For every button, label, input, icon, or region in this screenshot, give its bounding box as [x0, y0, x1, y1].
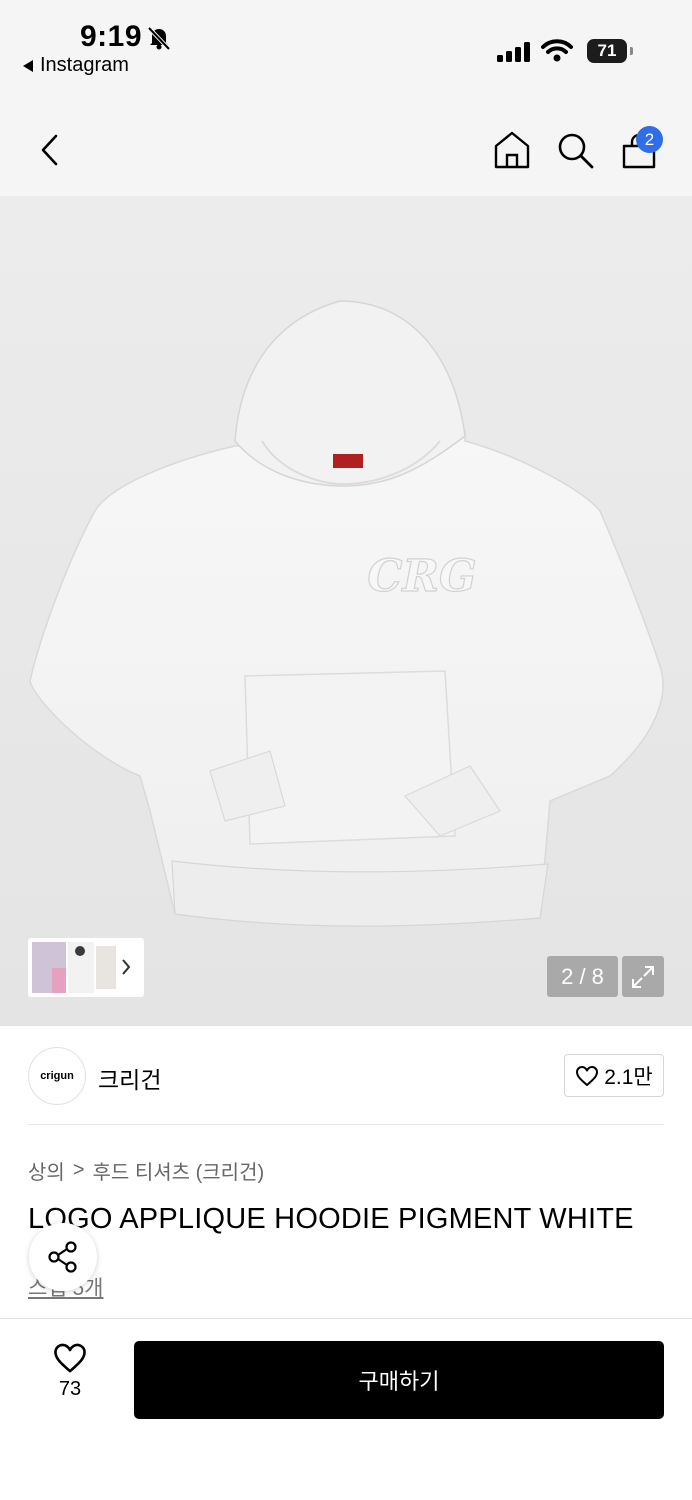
section-divider	[28, 1124, 664, 1125]
search-icon[interactable]	[557, 132, 595, 170]
wifi-icon	[541, 39, 573, 62]
thumbnail-3	[96, 946, 116, 989]
brand-name-link[interactable]: 크리건	[98, 1061, 161, 1095]
status-time: 9:19	[80, 20, 143, 53]
wishlist-button[interactable]: 73	[44, 1342, 96, 1414]
brand-like-count: 2.1만	[604, 1065, 653, 1089]
breadcrumb-separator: >	[72, 1159, 85, 1181]
hoodie-image: CRG	[29, 300, 664, 927]
signal-icon	[497, 42, 530, 62]
home-icon[interactable]	[493, 130, 531, 170]
back-chevron-icon[interactable]	[38, 133, 62, 167]
battery-icon: 71	[587, 39, 627, 63]
breadcrumb: 상의 > 후드 티셔츠 (크리건)	[28, 1156, 264, 1185]
expand-icon	[632, 965, 654, 988]
buy-button[interactable]: 구매하기	[134, 1341, 664, 1419]
bottom-bar-divider	[0, 1318, 692, 1319]
brand-like-button[interactable]: 2.1만	[564, 1054, 664, 1097]
product-title: LOGO APPLIQUE HOODIE PIGMENT WHITE	[28, 1203, 634, 1235]
chevron-right-icon	[122, 959, 131, 975]
breadcrumb-subcategory[interactable]: 후드 티셔츠 (크리건)	[93, 1156, 265, 1185]
back-app-label: Instagram	[40, 54, 129, 76]
heart-icon	[576, 1065, 599, 1086]
breadcrumb-category[interactable]: 상의	[28, 1156, 65, 1185]
thumbnail-strip-button[interactable]	[28, 938, 144, 997]
heart-icon	[54, 1343, 86, 1373]
image-counter: 2 / 8	[547, 956, 618, 997]
cart-badge: 2	[636, 126, 663, 153]
product-image-gallery[interactable]: CRG	[0, 196, 692, 1026]
thumbnail-2-detail	[75, 946, 85, 956]
back-triangle-icon	[23, 59, 33, 72]
brand-logo[interactable]: crigun	[28, 1047, 86, 1105]
back-to-app-link[interactable]: Instagram	[22, 54, 129, 77]
wishlist-count: 73	[58, 1378, 82, 1400]
expand-image-button[interactable]	[622, 956, 664, 997]
brand-logo-text: crigun	[40, 1070, 74, 1082]
share-button[interactable]	[29, 1223, 97, 1291]
applique-logo-text: CRG	[367, 551, 476, 602]
bell-mute-icon	[147, 26, 171, 51]
thumbnail-1-detail	[52, 968, 66, 993]
share-icon	[48, 1241, 77, 1273]
battery-cap	[630, 47, 633, 55]
